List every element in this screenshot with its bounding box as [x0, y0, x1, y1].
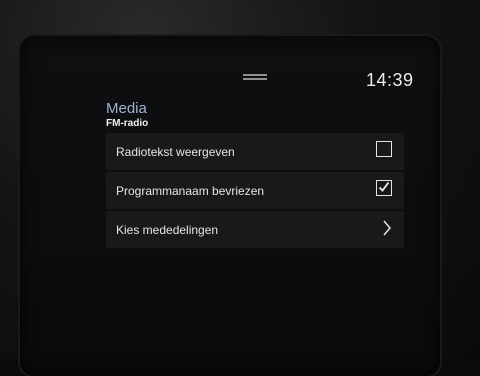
- settings-list: Radiotekst weergeven Programmanaam bevri…: [106, 133, 404, 250]
- status-clock: 14:39: [366, 70, 414, 90]
- page-subtitle: FM-radio: [106, 118, 149, 129]
- setting-label: Radiotekst weergeven: [116, 145, 235, 159]
- setting-label: Programmanaam bevriezen: [116, 184, 265, 198]
- drag-handle-icon[interactable]: [243, 74, 267, 80]
- page-title: Media: [106, 100, 147, 117]
- chevron-right-icon: [383, 220, 391, 236]
- freeze-program-name-checkbox[interactable]: [376, 180, 392, 196]
- setting-label: Kies mededelingen: [116, 223, 219, 237]
- checkmark-icon: [378, 181, 390, 192]
- radiotext-checkbox[interactable]: [376, 141, 392, 157]
- setting-radiotext[interactable]: Radiotekst weergeven: [106, 133, 404, 170]
- setting-choose-announcements[interactable]: Kies mededelingen: [106, 211, 404, 248]
- setting-freeze-program-name[interactable]: Programmanaam bevriezen: [106, 172, 404, 209]
